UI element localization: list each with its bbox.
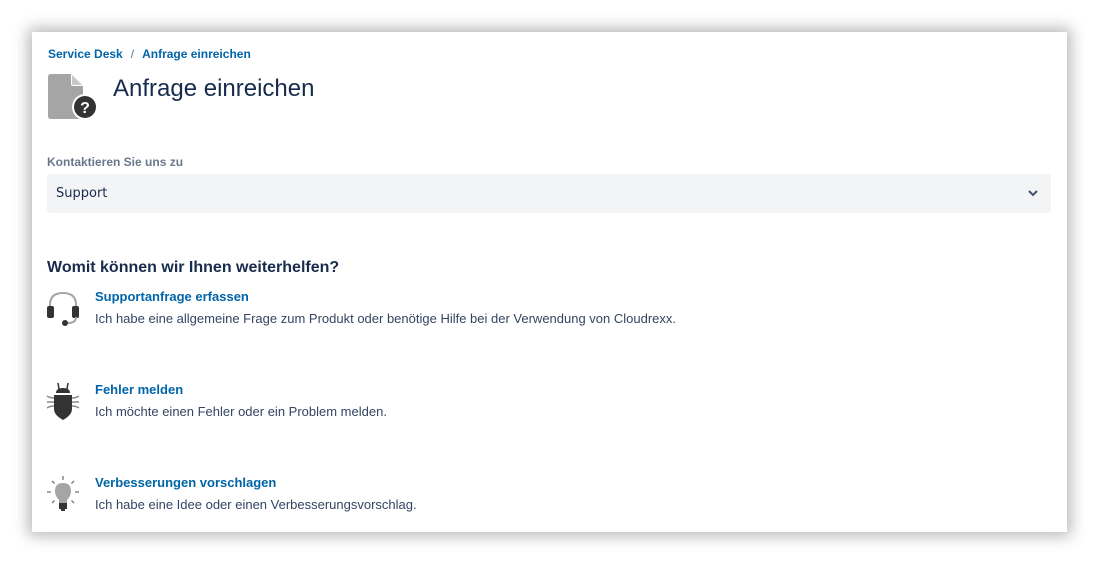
option-description: Ich habe eine allgemeine Frage zum Produ…	[95, 311, 677, 326]
option-title[interactable]: Verbesserungen vorschlagen	[95, 475, 417, 491]
option-description: Ich habe eine Idee oder einen Verbesseru…	[95, 497, 417, 512]
page-title: Anfrage einreichen	[113, 74, 315, 102]
document-question-icon: ?	[47, 74, 99, 122]
breadcrumb-anfrage-einreichen[interactable]: Anfrage einreichen	[142, 47, 251, 61]
section-title: Womit können wir Ihnen weiterhelfen?	[47, 259, 340, 277]
option-title[interactable]: Supportanfrage erfassen	[95, 289, 676, 305]
breadcrumb: Service Desk / Anfrage einreichen	[48, 47, 251, 61]
contact-topic-select[interactable]: Support	[47, 174, 1051, 213]
request-card: Service Desk / Anfrage einreichen ? Anfr…	[32, 32, 1067, 532]
page-header: ? Anfrage einreichen	[47, 74, 314, 122]
lightbulb-icon	[45, 474, 81, 514]
contact-topic-value: Support	[56, 186, 108, 201]
svg-text:?: ?	[80, 100, 90, 117]
contact-field-label: Kontaktieren Sie uns zu	[47, 155, 184, 169]
breadcrumb-separator: /	[130, 47, 135, 61]
chevron-down-icon	[1027, 189, 1039, 199]
option-report-bug[interactable]: Fehler melden Ich möchte einen Fehler od…	[45, 381, 387, 421]
option-title[interactable]: Fehler melden	[95, 382, 387, 398]
headset-icon	[45, 288, 81, 328]
option-description: Ich möchte einen Fehler oder ein Problem…	[95, 404, 387, 419]
option-suggest-improvement[interactable]: Verbesserungen vorschlagen Ich habe eine…	[45, 474, 417, 514]
bug-icon	[45, 381, 81, 421]
breadcrumb-service-desk[interactable]: Service Desk	[48, 47, 123, 61]
option-support-request[interactable]: Supportanfrage erfassen Ich habe eine al…	[45, 288, 676, 328]
